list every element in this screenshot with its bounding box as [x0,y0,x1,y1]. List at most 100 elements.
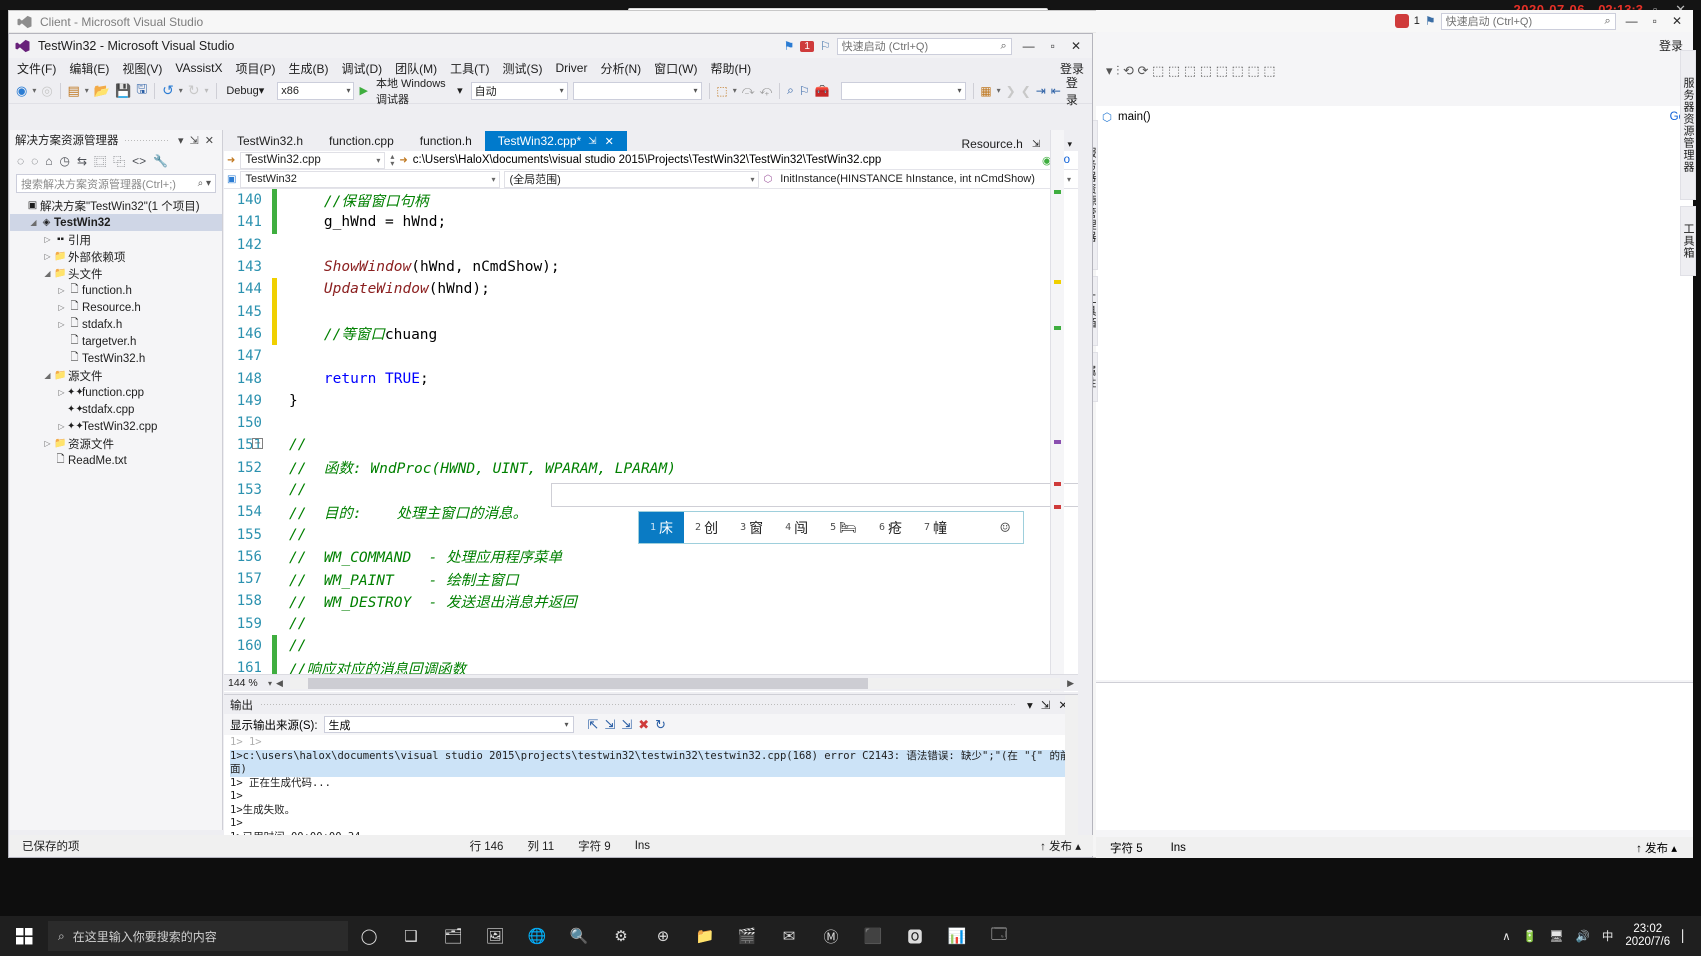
solution-tool-4[interactable]: ⇆ [77,154,87,168]
show-desktop-button[interactable]: ▏ [1682,929,1691,943]
solution-platform-combo[interactable]: x86 ▾ [277,81,355,100]
tree-item[interactable]: ✦✦ stdafx.cpp [10,401,222,418]
code-editor-surface[interactable]: 140 //保留窗口句柄 141 g_hWnd = hWnd; 142 143 Sho… [224,189,1078,680]
solution-explorer-pane[interactable]: 解决方案资源管理器 ▾ ⇲ ✕ ◌ ◌ ⌂ ◷ ⇆ ⿴⿻ <> 🔧 搜索解决方案资源管理器(C… [10,130,224,950]
secondary-vs-titlebar[interactable]: 1 ⚑ 快速启动 (Ctrl+Q) ⌕ — ▫ ✕ [1096,10,1693,32]
tray-network-icon[interactable]: 🖥 [1549,929,1564,943]
tree-item[interactable]: ▷ ▪▪ 引用 [10,231,222,248]
windows-taskbar[interactable]: ⌕ 在这里输入你要搜索的内容 ◯ ❑ 🗂 🖼 🌐 🔍 ⚙ ⊕ 📁 🎬 ✉ Ⓜ ⬛ 🅾 📊 🗔 ∧ 🔋 🖥 🔊 … [0,916,1701,956]
output-pin-icon[interactable]: ⇲ [1037,698,1055,712]
extra-combo[interactable]: ▾ [572,81,702,100]
tree-item[interactable]: 🗋 targetver.h [10,333,222,350]
tree-item[interactable]: ▷ ✦✦ function.cpp [10,384,222,401]
code-text[interactable]: // 函数: WndProc(HWND, UINT, WPARAM, LPARA… [277,457,676,478]
maximize-button[interactable]: ▫ [1046,39,1060,53]
solution-tool-2[interactable]: ⌂ [45,154,52,168]
tree-expander-icon[interactable]: ▷ [42,252,53,261]
code-line[interactable]: 159 // [224,613,1078,635]
taskbar-items[interactable]: ◯ ❑ 🗂 🖼 🌐 🔍 ⚙ ⊕ 📁 🎬 ✉ Ⓜ ⬛ 🅾 📊 🗔 [348,916,1020,956]
code-line[interactable]: 147 [224,345,1078,367]
start-button[interactable] [0,916,48,956]
code-text[interactable]: // WM_COMMAND - 处理应用程序菜单 [277,546,562,567]
taskbar-item-5[interactable]: 🔍 [558,916,600,956]
editor-member-navbar[interactable]: ▣ TestWin32 ▾ (全局范围) ▾ ⬡ InitInstance(HI… [224,170,1078,189]
code-line[interactable]: 150 [224,412,1078,434]
tree-item[interactable]: ▷ 🗋 function.h [10,282,222,299]
clear-output-icon[interactable]: ✖ [638,717,649,733]
output-pane-toolbar[interactable]: 显示输出来源(S): 生成 ▾ ⇱ ⇲ ⇲ ✖ ↻ [224,714,1078,735]
editor-zoom-bar[interactable]: 144 % ▾ ◀ ▶ [224,674,1078,691]
secondary-nav-bar[interactable]: ⬡ main() Go [1096,106,1693,128]
tree-expander-icon[interactable]: ▷ [56,388,67,397]
outdent-icon[interactable]: ⇤ [1051,84,1061,98]
secondary-output-pane[interactable] [1096,682,1693,830]
flag-icon[interactable]: ⚑ [784,39,795,53]
tree-item[interactable]: ◢ 📁 头文件 [10,265,222,282]
code-text[interactable]: UpdateWindow(hWnd); [277,281,490,297]
taskbar-item-0[interactable]: ◯ [348,916,390,956]
status-publish[interactable]: ↑ 发布 ▴ [1028,838,1093,854]
solution-tree[interactable]: ▣ 解决方案"TestWin32"(1 个项目) ◢ ◈ TestWin32 ▷ ▪▪ 引用 ▷… [10,197,222,469]
navigate-back-dropdown-icon[interactable]: ▾ [32,86,36,95]
editor-horizontal-scrollbar[interactable] [289,677,1061,689]
solution-explorer-search-input[interactable]: 搜索解决方案资源管理器(Ctrl+;) ⌕ ▾ [16,174,216,193]
solution-tool-8[interactable]: 🔧 [153,154,168,168]
secondary-vs-menubar[interactable]: 登录 [1096,34,1693,56]
tree-item[interactable]: ◢ ◈ TestWin32 [10,214,222,231]
code-text[interactable]: ShowWindow(hWnd, nCmdShow); [277,259,560,275]
indent-icon[interactable]: ⇥ [1036,84,1046,98]
solution-tool-7[interactable]: <> [132,154,146,168]
tree-expander-icon[interactable]: ▷ [56,320,67,329]
code-text[interactable]: // [277,437,306,453]
code-line[interactable]: 141 g_hWnd = hWnd; [224,211,1078,234]
vs-menubar[interactable]: 文件(F) 编辑(E) 视图(V) VAssistX 项目(P) 生成(B) 调试(D) 团队… [9,58,1092,78]
code-text[interactable]: // WM_DESTROY - 发送退出消息并返回 [277,591,577,612]
new-project-icon[interactable]: ▤ [68,83,80,99]
menu-item-1[interactable]: 编辑(E) [69,60,109,77]
solution-tool-0[interactable]: ◌ [17,154,24,168]
menu-item-4[interactable]: 项目(P) [235,60,275,77]
vs-titlebar-right[interactable]: ⚑ 1 ⚐ 快速启动 (Ctrl+Q) ⌕ — ▫ ✕ [784,37,1086,55]
find-icon[interactable]: ⌕ [787,83,794,98]
attach-dropdown-icon[interactable]: ▾ [733,86,737,95]
tree-expander-icon[interactable]: ◢ [42,269,53,278]
taskbar-item-13[interactable]: 🅾 [894,916,936,956]
undo-dropdown-icon[interactable]: ▾ [179,86,183,95]
find-combo[interactable]: ▾ [840,81,966,100]
solution-explorer-dropdown-icon[interactable]: ▾ [175,134,187,147]
taskbar-item-7[interactable]: ⊕ [642,916,684,956]
tree-expander-icon[interactable]: ▷ [42,235,53,244]
code-text[interactable]: // [277,638,306,654]
tree-item[interactable]: ◢ 📁 源文件 [10,367,222,384]
editor-file-combo[interactable]: TestWin32.cpp ▾ [240,151,386,169]
code-text[interactable]: // [277,527,306,543]
bookmark-icon[interactable]: ⚐ [799,84,810,98]
vs-titlebar[interactable]: TestWin32 - Microsoft Visual Studio ⚑ 1 … [9,34,1092,58]
emoji-picker-icon[interactable]: ☺ [1000,518,1023,537]
taskbar-item-14[interactable]: 📊 [936,916,978,956]
taskbar-search-input[interactable]: ⌕ 在这里输入你要搜索的内容 [48,921,348,951]
menu-item-11[interactable]: 分析(N) [600,60,641,77]
secondary-vs-toolbar[interactable]: ▾ ⫶ ⟲ ⟳ ⬚ ⬚ ⬚ ⬚ ⬚ ⬚ ⬚ ⬚ [1096,58,1693,84]
tray-battery-icon[interactable]: 🔋 [1523,929,1537,943]
navigate-back-icon[interactable]: ◉ [16,83,27,99]
tree-item[interactable]: ▷ 📁 资源文件 [10,435,222,452]
code-line[interactable]: 143 ShowWindow(hWnd, nCmdShow); [224,256,1078,278]
tree-expander-icon[interactable]: ▷ [56,422,67,431]
secondary-quick-launch[interactable]: 快速启动 (Ctrl+Q) ⌕ [1440,12,1616,30]
code-line[interactable]: 160 // [224,634,1078,658]
properties-dropdown-icon[interactable]: ▾ [997,86,1001,95]
editor-tab-1[interactable]: function.cpp [316,131,407,151]
file-stepper-icon[interactable]: ▴ ▾ [390,153,394,168]
solution-explorer-toolbar[interactable]: ◌ ◌ ⌂ ◷ ⇆ ⿴⿻ <> 🔧 [10,150,222,172]
editor-tab-3[interactable]: TestWin32.cpp* ⇲ ✕ [484,131,627,151]
go-to-prev-icon[interactable]: ⇲ [621,717,632,733]
tree-item[interactable]: 🗋 TestWin32.h [10,350,222,367]
taskbar-item-9[interactable]: 🎬 [726,916,768,956]
go-to-next-icon[interactable]: ⇲ [604,717,615,733]
debug-target-combo[interactable]: 本地 Windows 调试器 ▾ [373,78,466,106]
fold-toggle-151[interactable]: − [252,438,263,449]
debug-auto-combo[interactable]: 自动 ▾ [470,81,568,100]
editor-tab-pin-icon[interactable]: ⇲ [1032,139,1040,150]
code-line[interactable]: 142 [224,234,1078,256]
